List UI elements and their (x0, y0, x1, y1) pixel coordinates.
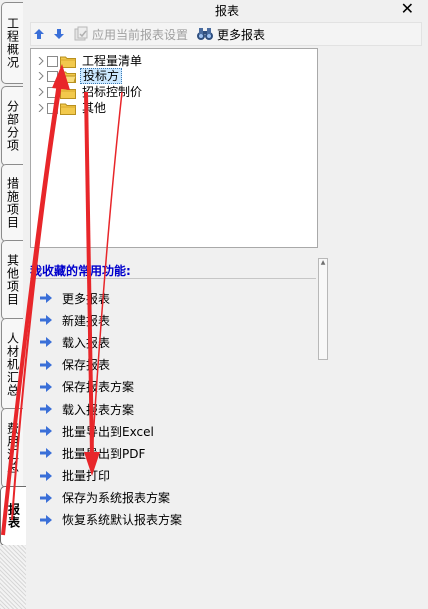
favorites-scrollbar[interactable]: ▲ (318, 258, 328, 360)
side-tab-other-items[interactable]: 其他项目 (1, 240, 23, 320)
func-label[interactable]: 载入报表方案 (62, 401, 134, 418)
func-label[interactable]: 更多报表 (62, 290, 110, 307)
tree-expand-icon[interactable] (37, 88, 45, 96)
side-tab-label: 工程概况 (5, 17, 20, 69)
tree-item-label: 工程量清单 (82, 54, 143, 68)
func-load-report-scheme[interactable]: 载入报表方案 (40, 398, 182, 420)
tree-item-label: 投标方 (80, 68, 123, 84)
func-label[interactable]: 恢复系统默认报表方案 (62, 511, 182, 528)
func-label[interactable]: 新建报表 (62, 312, 110, 329)
tree-item-bill-of-quantities[interactable]: 工程量清单 (37, 53, 144, 69)
func-label[interactable]: 保存报表 (62, 356, 110, 373)
tree-checkbox[interactable] (47, 55, 58, 67)
tree-expand-icon[interactable] (37, 104, 45, 112)
func-batch-export-excel[interactable]: 批量导出到Excel (40, 420, 182, 442)
report-toolbar: 应用当前报表设置 更多报表 (30, 22, 422, 46)
arrow-right-icon (40, 381, 54, 393)
arrow-right-icon (40, 336, 54, 348)
arrow-right-icon (40, 514, 54, 526)
func-save-report-scheme[interactable]: 保存报表方案 (40, 376, 182, 398)
arrow-right-icon (40, 470, 54, 482)
apply-report-settings-button[interactable]: 应用当前报表设置 (73, 24, 188, 44)
func-new-report[interactable]: 新建报表 (40, 309, 182, 331)
binoculars-icon (197, 28, 214, 40)
scroll-up-icon[interactable]: ▲ (319, 259, 327, 267)
tree-checkbox[interactable] (47, 70, 58, 82)
panel-title: 报表 (214, 3, 239, 18)
arrow-right-icon (40, 492, 54, 504)
arrow-right-icon (40, 447, 54, 459)
tab-strip-filler (0, 545, 26, 609)
func-save-as-system-scheme[interactable]: 保存为系统报表方案 (40, 487, 182, 509)
arrow-up-icon[interactable] (31, 26, 47, 42)
folder-open-icon (60, 71, 76, 83)
tree-checkbox[interactable] (47, 102, 58, 114)
side-tab-label: 措施项目 (5, 177, 20, 229)
side-tab-label: 其他项目 (5, 254, 20, 306)
arrow-right-icon (40, 292, 54, 304)
apply-settings-icon (74, 26, 88, 41)
func-label[interactable]: 保存报表方案 (62, 378, 134, 395)
func-label[interactable]: 载入报表 (62, 334, 110, 351)
more-reports-label: 更多报表 (217, 27, 266, 42)
panel-titlebar: 报表 ✕ (26, 0, 428, 20)
tree-item-other[interactable]: 其他 (37, 100, 108, 116)
favorites-list: 更多报表 新建报表 载入报表 保存报表 保存报表方案 载入报表方案 批量导出到E… (40, 287, 182, 531)
func-batch-print[interactable]: 批量打印 (40, 465, 182, 487)
tree-expand-icon[interactable] (37, 72, 45, 80)
side-tab-label: 人材机汇总 (5, 331, 20, 397)
section-divider (30, 278, 316, 279)
tree-item-label: 其他 (82, 101, 107, 115)
side-tab-label: 费用汇总 (5, 422, 20, 474)
favorites-header: 我收藏的常用功能: (30, 264, 131, 278)
arrow-down-icon[interactable] (51, 26, 67, 42)
arrow-right-icon (40, 359, 54, 371)
arrow-right-icon (40, 314, 54, 326)
func-label[interactable]: 批量导出到Excel (62, 423, 154, 440)
folder-icon (60, 56, 76, 68)
folder-icon (60, 103, 76, 115)
folder-icon (60, 87, 76, 99)
side-tab-strip: 工程概况 分部分项 措施项目 其他项目 人材机汇总 费用汇总 报表 (0, 0, 26, 609)
tree-checkbox[interactable] (47, 86, 58, 98)
report-tree: 工程量清单 投标方 招标控制价 其他 (30, 48, 318, 248)
side-tab-label: 分部分项 (5, 100, 20, 152)
side-tab-divisions[interactable]: 分部分项 (1, 86, 23, 166)
close-icon[interactable]: ✕ (401, 0, 414, 18)
func-batch-export-pdf[interactable]: 批量导出到PDF (40, 442, 182, 464)
func-more-reports[interactable]: 更多报表 (40, 287, 182, 309)
side-tab-label: 报表 (6, 503, 21, 529)
apply-settings-label: 应用当前报表设置 (92, 27, 189, 42)
tree-expand-icon[interactable] (37, 57, 45, 65)
tree-item-bidder[interactable]: 投标方 (37, 68, 123, 84)
func-label[interactable]: 批量导出到PDF (62, 445, 145, 462)
func-label[interactable]: 保存为系统报表方案 (62, 489, 170, 506)
arrow-right-icon (40, 403, 54, 415)
func-save-report[interactable]: 保存报表 (40, 354, 182, 376)
side-tab-reports[interactable]: 报表 (0, 486, 26, 546)
tree-item-label: 招标控制价 (82, 85, 143, 99)
func-load-report[interactable]: 载入报表 (40, 331, 182, 353)
side-tab-measures[interactable]: 措施项目 (1, 164, 23, 242)
func-label[interactable]: 批量打印 (62, 467, 110, 484)
arrow-right-icon (40, 425, 54, 437)
side-tab-fee-summary[interactable]: 费用汇总 (1, 408, 23, 488)
side-tab-materials-summary[interactable]: 人材机汇总 (1, 318, 23, 410)
func-restore-default-scheme[interactable]: 恢复系统默认报表方案 (40, 509, 182, 531)
reports-panel: 报表 ✕ 应用当前报表设置 更多报表 工程量清单 投标方 招标控制价 其他 我收… (26, 0, 428, 609)
tree-item-tender-control-price[interactable]: 招标控制价 (37, 84, 144, 100)
side-tab-project-overview[interactable]: 工程概况 (1, 2, 23, 84)
more-reports-button[interactable]: 更多报表 (196, 24, 265, 44)
